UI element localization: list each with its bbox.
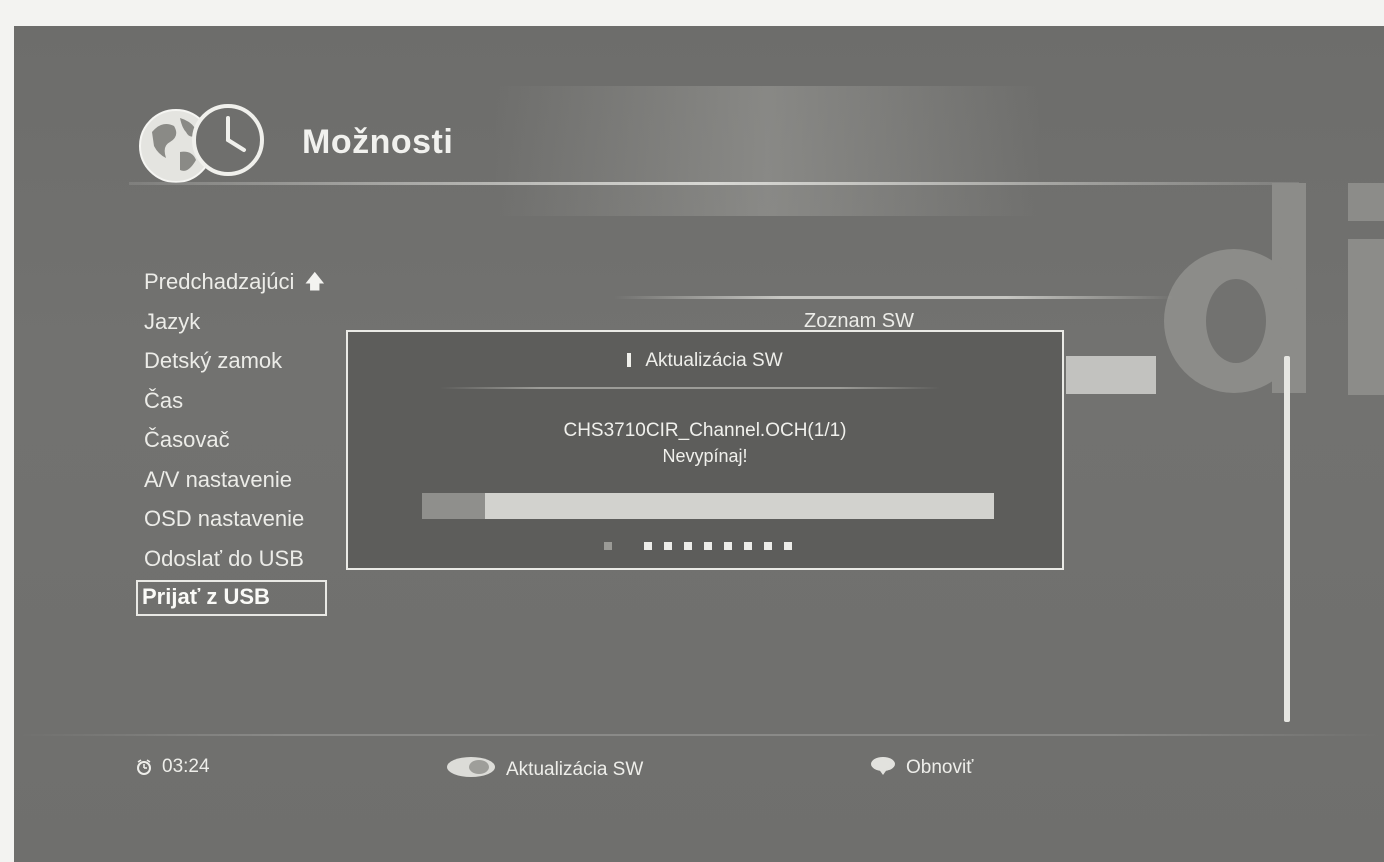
menu-item-label: A/V nastavenie [144,466,292,492]
activity-dot [744,542,752,550]
scrollbar[interactable] [1284,356,1290,722]
footer-clock: 03:24 [136,756,210,781]
update-file-name: CHS3710CIR_Channel.OCH(1/1) [563,420,847,441]
menu-item-time[interactable]: Čas [142,383,327,423]
clock-time: 03:24 [162,756,210,777]
activity-dot [704,542,712,550]
globe-clock-icon [136,96,270,186]
menu-item-label: Prijať z USB [142,584,270,609]
list-divider [614,296,1174,299]
menu-item-label: Časovač [144,427,230,452]
ok-key-icon [446,756,496,784]
menu-item-label: Predchadzajúci [144,269,295,294]
activity-dot [784,542,792,550]
sw-update-dialog: Aktualizácia SW CHS3710CIR_Channel.OCH(1… [346,330,1064,570]
footer-update-hint[interactable]: Aktualizácia SW [446,756,643,784]
alarm-clock-icon [136,759,152,781]
tv-screen: Možnosti Zoznam SW Predchadzajúci 🡅 Jazyk… [14,26,1384,862]
activity-dot [664,542,672,550]
activity-dot [764,542,772,550]
menu-item-send-to-usb[interactable]: Odoslať do USB [142,541,327,581]
dialog-title: Aktualizácia SW [645,350,783,371]
footer-divider [14,734,1384,736]
update-progress-bar [422,493,994,519]
refresh-hint-label: Obnoviť [906,757,974,778]
activity-dot [684,542,692,550]
color-key-icon [870,756,896,782]
progress-fill [422,493,485,519]
footer-refresh-hint[interactable]: Obnoviť [870,756,973,782]
menu-item-previous[interactable]: Predchadzajúci 🡅 [142,264,327,304]
menu-item-receive-from-usb[interactable]: Prijať z USB [136,580,327,616]
menu-item-av-settings[interactable]: A/V nastavenie [142,462,327,502]
menu-item-label: Čas [144,387,184,413]
dialog-header: Aktualizácia SW [348,350,1062,372]
menu-item-timer[interactable]: Časovač [142,422,327,462]
page-title: Možnosti [302,123,454,161]
menu-item-osd-settings[interactable]: OSD nastavenie [142,501,327,541]
menu-item-language[interactable]: Jazyk [142,304,327,344]
activity-dot [724,542,732,550]
header-divider [129,182,1299,185]
do-not-turn-off-warning: Nevypínaj! [662,446,748,466]
dialog-divider [440,387,940,389]
menu-item-label: Jazyk [144,308,201,334]
arrow-up-icon: 🡅 [304,271,325,293]
menu-item-label: Detský zamok [144,348,283,373]
activity-dot [644,542,652,550]
menu-item-parental-lock[interactable]: Detský zamok [142,343,327,383]
sw-list-selection[interactable] [1066,356,1156,394]
info-icon [627,353,632,367]
menu-item-label: Odoslať do USB [144,545,304,571]
update-hint-label: Aktualizácia SW [506,759,644,780]
activity-dot [604,542,612,550]
menu-item-label: OSD nastavenie [144,506,305,531]
settings-menu: Predchadzajúci 🡅 Jazyk Detský zamok Čas Č… [136,264,327,616]
